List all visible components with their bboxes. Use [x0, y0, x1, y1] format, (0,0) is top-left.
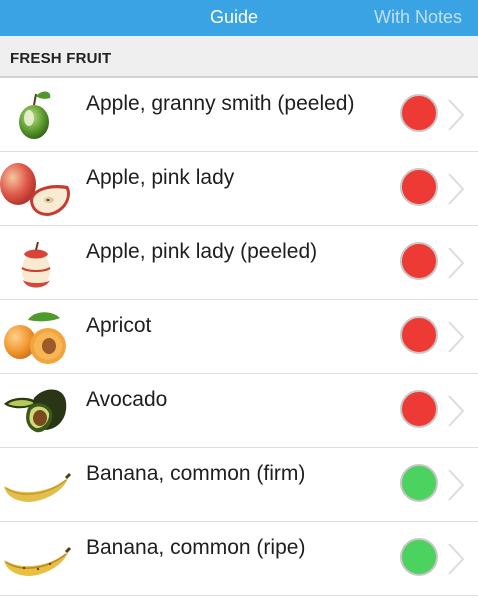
- status-indicator-red: [400, 316, 438, 354]
- list-item[interactable]: Banana, common (ripe): [0, 522, 478, 596]
- item-name: Banana, common (ripe): [86, 536, 306, 559]
- section-header: FRESH FRUIT: [0, 36, 478, 78]
- status-indicator-green: [400, 538, 438, 576]
- tab-with-notes[interactable]: With Notes: [374, 7, 462, 28]
- status-indicator-red: [400, 168, 438, 206]
- section-title: FRESH FRUIT: [10, 50, 112, 67]
- item-name: Avocado: [86, 388, 168, 411]
- item-name: Apple, pink lady: [86, 166, 235, 189]
- list-item[interactable]: Apple, granny smith (peeled): [0, 78, 478, 152]
- chevron-right-icon[interactable]: [446, 246, 466, 280]
- chevron-right-icon[interactable]: [446, 98, 466, 132]
- item-name: Apple, pink lady (peeled): [86, 240, 318, 263]
- status-indicator-red: [400, 390, 438, 428]
- status-indicator-green: [400, 464, 438, 502]
- list-item[interactable]: Banana, common (firm): [0, 448, 478, 522]
- apricot-icon: [4, 312, 66, 364]
- chevron-right-icon[interactable]: [446, 468, 466, 502]
- granny-smith-apple-icon: [19, 91, 51, 139]
- list-item[interactable]: Apricot: [0, 300, 478, 374]
- chevron-right-icon[interactable]: [446, 172, 466, 206]
- chevron-right-icon[interactable]: [446, 320, 466, 354]
- status-indicator-red: [400, 242, 438, 280]
- avocado-icon: [4, 389, 67, 433]
- tab-guide[interactable]: Guide: [210, 7, 258, 28]
- list-item[interactable]: Apple, pink lady (peeled): [0, 226, 478, 300]
- item-name: Apple, granny smith (peeled): [86, 92, 355, 115]
- item-name: Banana, common (firm): [86, 462, 306, 485]
- banana-icon: [4, 472, 72, 502]
- item-name: Apricot: [86, 314, 152, 337]
- banana-icon: [4, 546, 72, 576]
- list-item[interactable]: Apple, pink lady: [0, 152, 478, 226]
- peeled-apple-icon: [21, 241, 51, 288]
- top-tab-bar: Guide With Notes: [0, 0, 478, 36]
- status-indicator-red: [400, 94, 438, 132]
- list-item[interactable]: Avocado: [0, 374, 478, 448]
- fruit-list: Apple, granny smith (peeled) Apple, pink…: [0, 78, 478, 596]
- pink-lady-apple-icon: [0, 163, 70, 216]
- chevron-right-icon[interactable]: [446, 542, 466, 576]
- chevron-right-icon[interactable]: [446, 394, 466, 428]
